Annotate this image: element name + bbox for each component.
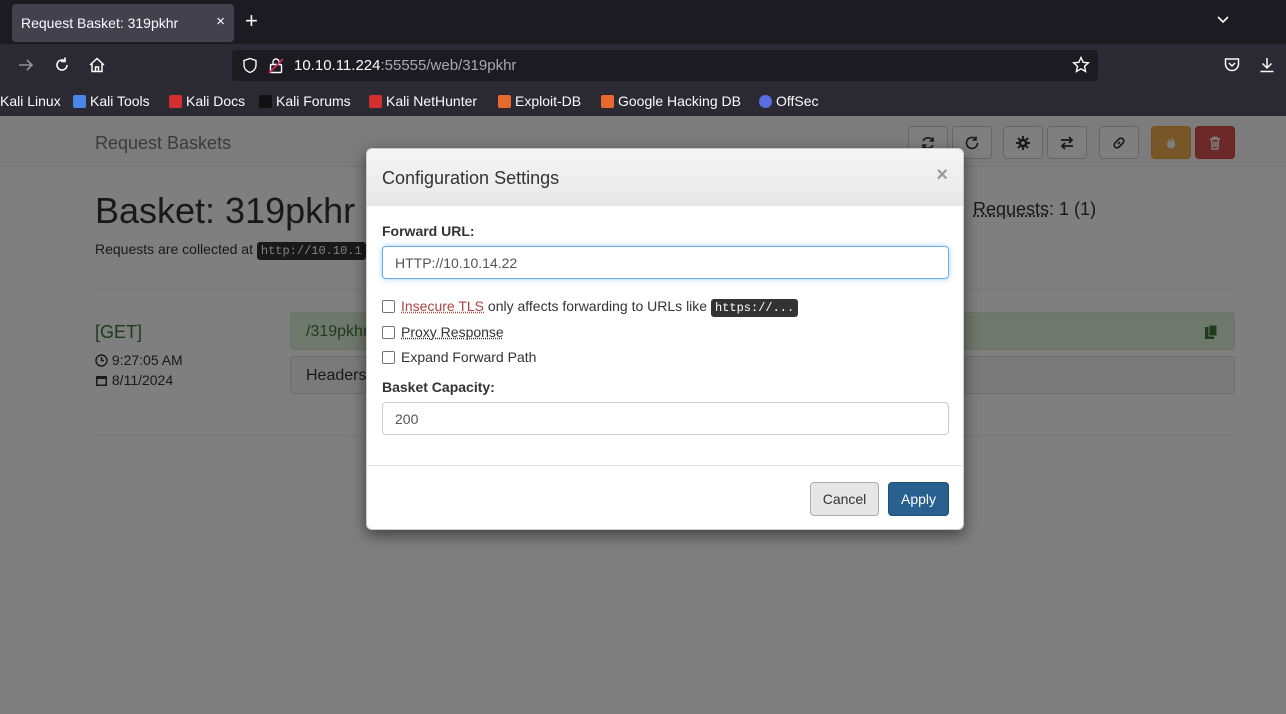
kali-docs-icon xyxy=(169,95,182,108)
insecure-tls-option: Insecure TLS only affects forwarding to … xyxy=(382,298,799,317)
tracking-shield-icon[interactable] xyxy=(242,57,258,74)
bookmark-google-hacking-db[interactable]: Google Hacking DB xyxy=(601,93,741,109)
close-icon[interactable]: × xyxy=(936,165,948,185)
kali-tools-icon xyxy=(73,95,86,108)
kali-forums-icon xyxy=(259,95,272,108)
bookmark-label: Google Hacking DB xyxy=(618,93,741,109)
https-code: https://... xyxy=(710,299,799,317)
browser-tab[interactable]: Request Basket: 319pkhr × xyxy=(12,4,234,42)
basket-capacity-label: Basket Capacity: xyxy=(382,379,495,395)
bookmark-kali-docs[interactable]: Kali Docs xyxy=(169,93,245,109)
proxy-response-option: Proxy Response xyxy=(382,324,504,340)
tab-list-chevron-icon[interactable] xyxy=(1216,13,1230,27)
bookmark-offsec[interactable]: OffSec xyxy=(759,93,819,109)
reload-icon[interactable] xyxy=(53,56,71,74)
pocket-icon[interactable] xyxy=(1223,56,1241,74)
proxy-response-label[interactable]: Proxy Response xyxy=(401,324,504,340)
forward-icon[interactable] xyxy=(17,56,35,74)
bookmark-kali-linux[interactable]: Kali Linux xyxy=(0,93,61,109)
forward-url-input[interactable] xyxy=(382,246,949,279)
bookmark-star-icon[interactable] xyxy=(1072,56,1090,74)
url-host: 10.10.11.224 xyxy=(294,57,381,74)
bookmark-label: Exploit-DB xyxy=(515,93,582,109)
apply-button[interactable]: Apply xyxy=(888,482,949,516)
bookmark-kali-nethunter[interactable]: Kali NetHunter xyxy=(369,93,477,109)
forward-url-label: Forward URL: xyxy=(382,223,475,239)
address-bar[interactable]: 10.10.11.224:55555/web/319pkhr xyxy=(232,50,1098,81)
browser-tab-bar: Request Basket: 319pkhr × + xyxy=(0,0,1286,44)
configuration-settings-dialog: Configuration Settings × Forward URL: In… xyxy=(366,148,964,530)
expand-forward-path-checkbox[interactable] xyxy=(382,351,395,364)
bookmark-kali-tools[interactable]: Kali Tools xyxy=(73,93,150,109)
bookmark-label: Kali NetHunter xyxy=(386,93,478,109)
downloads-icon[interactable] xyxy=(1258,56,1276,74)
insecure-lock-icon[interactable] xyxy=(268,57,284,74)
expand-forward-path-option: Expand Forward Path xyxy=(382,349,536,365)
bookmark-label: OffSec xyxy=(776,93,819,109)
basket-capacity-input[interactable] xyxy=(382,402,949,435)
bookmark-label: Kali Tools xyxy=(90,93,150,109)
tab-title: Request Basket: 319pkhr xyxy=(21,15,179,31)
insecure-tls-label[interactable]: Insecure TLS xyxy=(401,298,484,314)
insecure-tls-description: only affects forwarding to URLs like xyxy=(487,298,708,314)
home-icon[interactable] xyxy=(88,56,106,74)
cancel-button[interactable]: Cancel xyxy=(810,482,879,516)
exploit-db-icon xyxy=(498,95,511,108)
proxy-response-checkbox[interactable] xyxy=(382,326,395,339)
bookmark-exploit-db[interactable]: Exploit-DB xyxy=(498,93,581,109)
bookmarks-bar: Kali Linux Kali Tools Kali Docs Kali For… xyxy=(0,86,1286,116)
tab-close-icon[interactable]: × xyxy=(216,13,225,30)
url-path: :55555/web/319pkhr xyxy=(380,57,517,74)
insecure-tls-checkbox[interactable] xyxy=(382,300,395,313)
bookmark-kali-forums[interactable]: Kali Forums xyxy=(259,93,351,109)
browser-nav-bar: 10.10.11.224:55555/web/319pkhr xyxy=(0,44,1286,86)
ghdb-icon xyxy=(601,95,614,108)
kali-nethunter-icon xyxy=(369,95,382,108)
bookmark-label: Kali Forums xyxy=(276,93,351,109)
expand-forward-path-label[interactable]: Expand Forward Path xyxy=(401,349,536,365)
bookmark-label: Kali Docs xyxy=(186,93,246,109)
modal-header: Configuration Settings × xyxy=(367,149,963,206)
modal-title: Configuration Settings xyxy=(382,168,560,188)
bookmark-label: Kali Linux xyxy=(0,93,61,109)
modal-footer-divider xyxy=(367,465,963,466)
new-tab-button[interactable]: + xyxy=(245,10,258,32)
offsec-icon xyxy=(759,95,772,108)
url-text[interactable]: 10.10.11.224:55555/web/319pkhr xyxy=(294,57,516,74)
